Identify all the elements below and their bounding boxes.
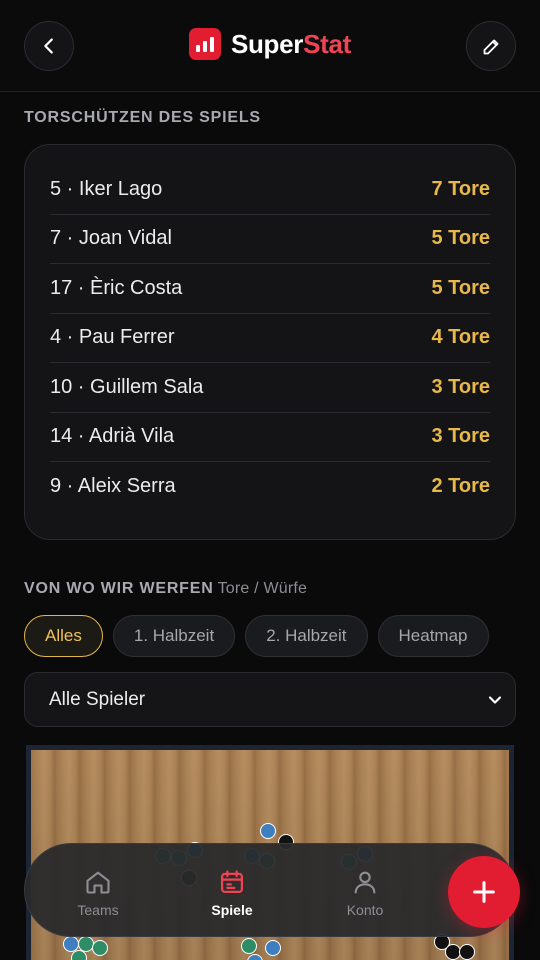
scorer-goals: 5 Tore (431, 227, 490, 250)
scorer-goals: 4 Tore (431, 326, 490, 349)
nav-konto-label: Konto (346, 902, 384, 918)
app-header: SuperStat (0, 0, 540, 92)
scorers-section-title: TORSCHÜTZEN DES SPIELS (24, 109, 261, 126)
shot-marker[interactable] (459, 944, 475, 960)
nav-spiele[interactable]: Spiele (192, 868, 272, 918)
filter-chip[interactable]: 1. Halbzeit (112, 615, 236, 657)
scorer-name: 17 · Èric Costa (50, 276, 183, 299)
scorer-row: 9 · Aleix Serra 2 Tore (50, 462, 490, 512)
brand-name-part2: Stat (303, 28, 352, 59)
scorer-goals: 5 Tore (431, 276, 490, 299)
scorer-row: 14 · Adrià Vila 3 Tore (50, 413, 490, 462)
user-icon (354, 871, 376, 894)
chevron-down-icon (488, 695, 502, 704)
scorers-card: 5 · Iker Lago 7 Tore 7 · Joan Vidal 5 Tore 1… (24, 144, 516, 540)
pencil-icon (483, 39, 498, 54)
scorer-name: 9 · Aleix Serra (50, 475, 176, 498)
scorer-goals: 3 Tore (431, 425, 490, 448)
scorer-row: 10 · Guillem Sala 3 Tore (50, 363, 490, 413)
nav-teams[interactable]: Teams (58, 868, 138, 918)
bar-chart-icon (188, 28, 221, 60)
scorer-goals: 3 Tore (431, 375, 490, 398)
scorer-row: 17 · Èric Costa 5 Tore (50, 264, 490, 314)
player-select[interactable]: Alle Spieler (24, 672, 516, 727)
player-select-value: Alle Spieler (49, 688, 146, 710)
brand-name: SuperStat (231, 29, 351, 60)
scorer-name: 4 · Pau Ferrer (50, 326, 175, 349)
filter-chip[interactable]: Alles (24, 615, 103, 657)
shot-marker[interactable] (241, 938, 257, 954)
home-icon (86, 871, 110, 894)
shot-marker[interactable] (71, 950, 87, 960)
add-button[interactable] (448, 856, 520, 928)
scorer-goals: 7 Tore (431, 177, 490, 200)
scorer-name: 5 · Iker Lago (50, 177, 163, 200)
edit-button[interactable] (466, 21, 516, 71)
calendar-icon (220, 870, 244, 894)
nav-spiele-label: Spiele (211, 902, 253, 918)
filter-chip[interactable]: 2. Halbzeit (245, 615, 368, 657)
scorer-row: 5 · Iker Lago 7 Tore (50, 165, 490, 215)
scorer-row: 4 · Pau Ferrer 4 Tore (50, 314, 490, 363)
shots-subtitle: Tore / Würfe (217, 580, 308, 597)
scorer-name: 7 · Joan Vidal (50, 227, 172, 250)
scorer-goals: 2 Tore (431, 475, 490, 498)
brand: SuperStat (0, 28, 540, 60)
shot-marker[interactable] (92, 940, 108, 956)
filter-chip[interactable]: Heatmap (377, 615, 489, 657)
brand-name-part1: Super (230, 28, 304, 59)
shots-section-title: VON WO WIR WERFEN Tore / Würfe (24, 580, 307, 598)
scorer-name: 10 · Guillem Sala (50, 375, 204, 398)
shot-marker[interactable] (260, 823, 276, 839)
nav-teams-label: Teams (77, 902, 119, 918)
shot-marker[interactable] (247, 954, 263, 960)
plus-icon (473, 881, 495, 903)
nav-konto[interactable]: Konto (325, 868, 405, 918)
scorer-row: 7 · Joan Vidal 5 Tore (50, 215, 490, 264)
shots-title: VON WO WIR WERFEN (24, 580, 214, 597)
scorer-name: 14 · Adrià Vila (50, 425, 175, 448)
bottom-nav: Teams Spiele Konto (24, 843, 520, 937)
shot-marker[interactable] (265, 940, 281, 956)
filter-chips: Alles 1. Halbzeit 2. Halbzeit Heatmap (24, 615, 489, 657)
